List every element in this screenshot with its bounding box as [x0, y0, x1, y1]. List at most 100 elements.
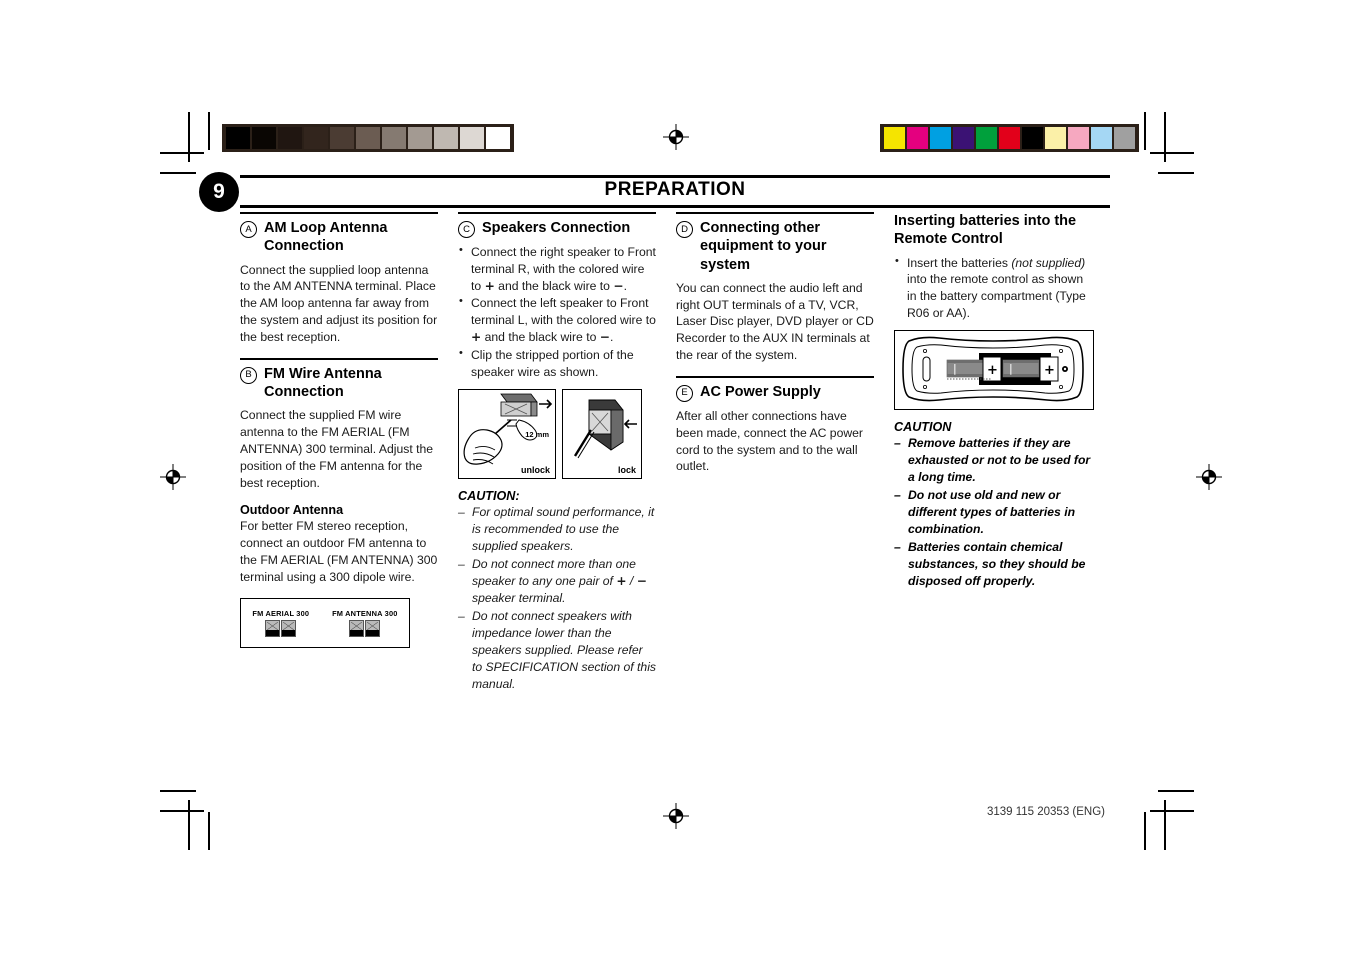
- terminal-pair: [332, 619, 398, 637]
- list-item: Connect the left speaker to Front termin…: [458, 294, 656, 345]
- section-body-text: Connect the supplied FM wire antenna to …: [240, 408, 434, 490]
- section-body-text: Connect the supplied loop antenna to the…: [240, 262, 438, 344]
- calibration-swatch: [356, 127, 380, 149]
- section-heading-text: AM Loop Antenna Connection: [264, 220, 388, 255]
- footer-document-code: 3139 115 20353 (ENG): [986, 806, 1105, 818]
- antenna-terminals-diagram: FM AERIAL 300 FM ANTENNA 300: [240, 597, 410, 648]
- section-rule: [676, 212, 874, 214]
- calibration-swatch: [278, 127, 302, 149]
- caution-list: For optimal sound performance, it is rec…: [458, 504, 656, 694]
- section-am-loop-antenna: A AM Loop Antenna Connection Connect the…: [240, 212, 438, 346]
- calibration-swatch: [252, 127, 276, 149]
- registration-mark-right: [1196, 464, 1222, 490]
- list-item: Connect the right speaker to Front termi…: [458, 243, 656, 294]
- calibration-swatch: [1114, 127, 1135, 149]
- content-columns: A AM Loop Antenna Connection Connect the…: [240, 212, 1112, 694]
- section-letter-badge: E: [676, 384, 693, 402]
- list-item: Clip the stripped portion of the speaker…: [458, 346, 656, 381]
- crop-mark-bottom-left-v: [188, 800, 190, 850]
- section-heading-text: AC Power Supply: [700, 383, 821, 400]
- calibration-swatch: [408, 127, 432, 149]
- figure-caption-unlock: unlock: [520, 464, 550, 475]
- registration-mark-left: [160, 464, 186, 490]
- list-item: For optimal sound performance, it is rec…: [458, 504, 656, 555]
- list-item: Do not use old and new or different type…: [894, 487, 1092, 538]
- antenna-terminal-icon: [349, 619, 365, 637]
- crop-mark-top-left-h2: [160, 172, 196, 174]
- figure-caption-lock: lock: [617, 464, 636, 475]
- section-rule: [240, 212, 438, 214]
- page-title: PREPARATION: [604, 179, 746, 200]
- list-item: Remove batteries if they are exhausted o…: [894, 435, 1092, 486]
- calibration-swatch: [226, 127, 250, 149]
- speaker-wire-clip-diagram: 12 mm unlock lock: [458, 388, 656, 479]
- crop-mark-top-left-h: [160, 152, 204, 154]
- calibration-swatch: [976, 127, 997, 149]
- crop-mark-bottom-left-h2: [160, 790, 196, 792]
- calibration-swatch: [486, 127, 510, 149]
- remote-control-battery-diagram: | + | +: [894, 329, 1094, 410]
- list-item: Insert the batteries (not supplied) into…: [894, 254, 1092, 322]
- calibration-swatch: [1068, 127, 1089, 149]
- section-letter-badge: D: [676, 221, 693, 238]
- registration-mark-top: [663, 124, 689, 150]
- list-item: Batteries contain chemical substances, s…: [894, 539, 1092, 590]
- svg-text:+: +: [987, 363, 998, 378]
- antenna-terminal-icon: [365, 619, 381, 637]
- column-2: C Speakers Connection Connect the right …: [458, 212, 656, 694]
- section-inserting-batteries: Inserting batteries into the Remote Cont…: [894, 212, 1094, 591]
- speakers-bullet-list: Connect the right speaker to Front termi…: [458, 243, 656, 381]
- list-item: Do not connect more than one speaker to …: [458, 556, 656, 607]
- antenna-terminal-icon: [281, 619, 297, 637]
- section-fm-wire-antenna: B FM Wire Antenna Connection Connect the…: [240, 357, 438, 648]
- crop-mark-bottom-left-v2: [208, 812, 210, 850]
- section-heading: D Connecting other equipment to your sys…: [676, 219, 874, 274]
- list-item: Do not connect speakers with impedance l…: [458, 608, 656, 693]
- crop-mark-bottom-left-h: [160, 810, 204, 812]
- crop-mark-top-left-v: [188, 112, 190, 162]
- section-heading-text: FM Wire Antenna Connection: [264, 365, 382, 400]
- section-rule: [458, 212, 656, 214]
- page-header: PREPARATION: [240, 175, 1110, 208]
- crop-mark-bottom-right-v: [1164, 800, 1166, 850]
- registration-mark-bottom: [663, 803, 689, 829]
- caution-list: Remove batteries if they are exhausted o…: [894, 435, 1092, 591]
- section-body-text: You can connect the audio left and right…: [676, 280, 874, 363]
- section-heading: B FM Wire Antenna Connection: [240, 365, 438, 402]
- calibration-swatch: [1091, 127, 1112, 149]
- section-heading-text: Inserting batteries into the Remote Cont…: [894, 213, 1077, 248]
- crop-mark-top-right-h: [1150, 152, 1194, 154]
- section-rule: [240, 357, 438, 360]
- section-heading: A AM Loop Antenna Connection: [240, 219, 438, 256]
- crop-mark-bottom-right-h2: [1158, 790, 1194, 792]
- crop-mark-top-right-v2: [1144, 112, 1146, 150]
- clip-diagram-unlock: 12 mm unlock: [458, 388, 556, 479]
- subsection-body-text: For better FM stereo reception, connect …: [240, 519, 438, 584]
- header-rule-bottom: [240, 205, 1110, 208]
- terminal-group-fm-aerial: FM AERIAL 300: [252, 609, 309, 637]
- crop-mark-bottom-right-v2: [1144, 812, 1146, 850]
- grayscale-calibration-bar: [222, 124, 514, 152]
- section-heading: C Speakers Connection: [458, 219, 656, 238]
- batteries-bullet-list: Insert the batteries (not supplied) into…: [894, 254, 1092, 322]
- calibration-swatch: [953, 127, 974, 149]
- svg-text:|: |: [1009, 362, 1013, 375]
- calibration-swatch: [930, 127, 951, 149]
- measurement-label: 12 mm: [525, 429, 549, 439]
- terminal-label-fm-antenna: FM ANTENNA 300: [332, 608, 398, 618]
- section-body-text: After all other connections have been ma…: [676, 408, 863, 474]
- antenna-terminal-icon: [265, 619, 281, 637]
- terminal-label-fm-aerial: FM AERIAL 300: [252, 608, 310, 618]
- crop-mark-bottom-right-h: [1150, 810, 1194, 812]
- terminal-group-fm-antenna: FM ANTENNA 300: [332, 609, 398, 637]
- caution-title: CAUTION: [894, 419, 952, 434]
- subheading-outdoor-antenna: Outdoor Antenna: [240, 503, 344, 518]
- section-letter-badge: C: [458, 221, 475, 238]
- column-4: Inserting batteries into the Remote Cont…: [894, 212, 1094, 694]
- calibration-swatch: [304, 127, 328, 149]
- column-3: D Connecting other equipment to your sys…: [676, 212, 874, 694]
- calibration-swatch: [884, 127, 905, 149]
- calibration-swatch: [434, 127, 458, 149]
- calibration-swatch: [999, 127, 1020, 149]
- svg-text:|: |: [953, 362, 957, 375]
